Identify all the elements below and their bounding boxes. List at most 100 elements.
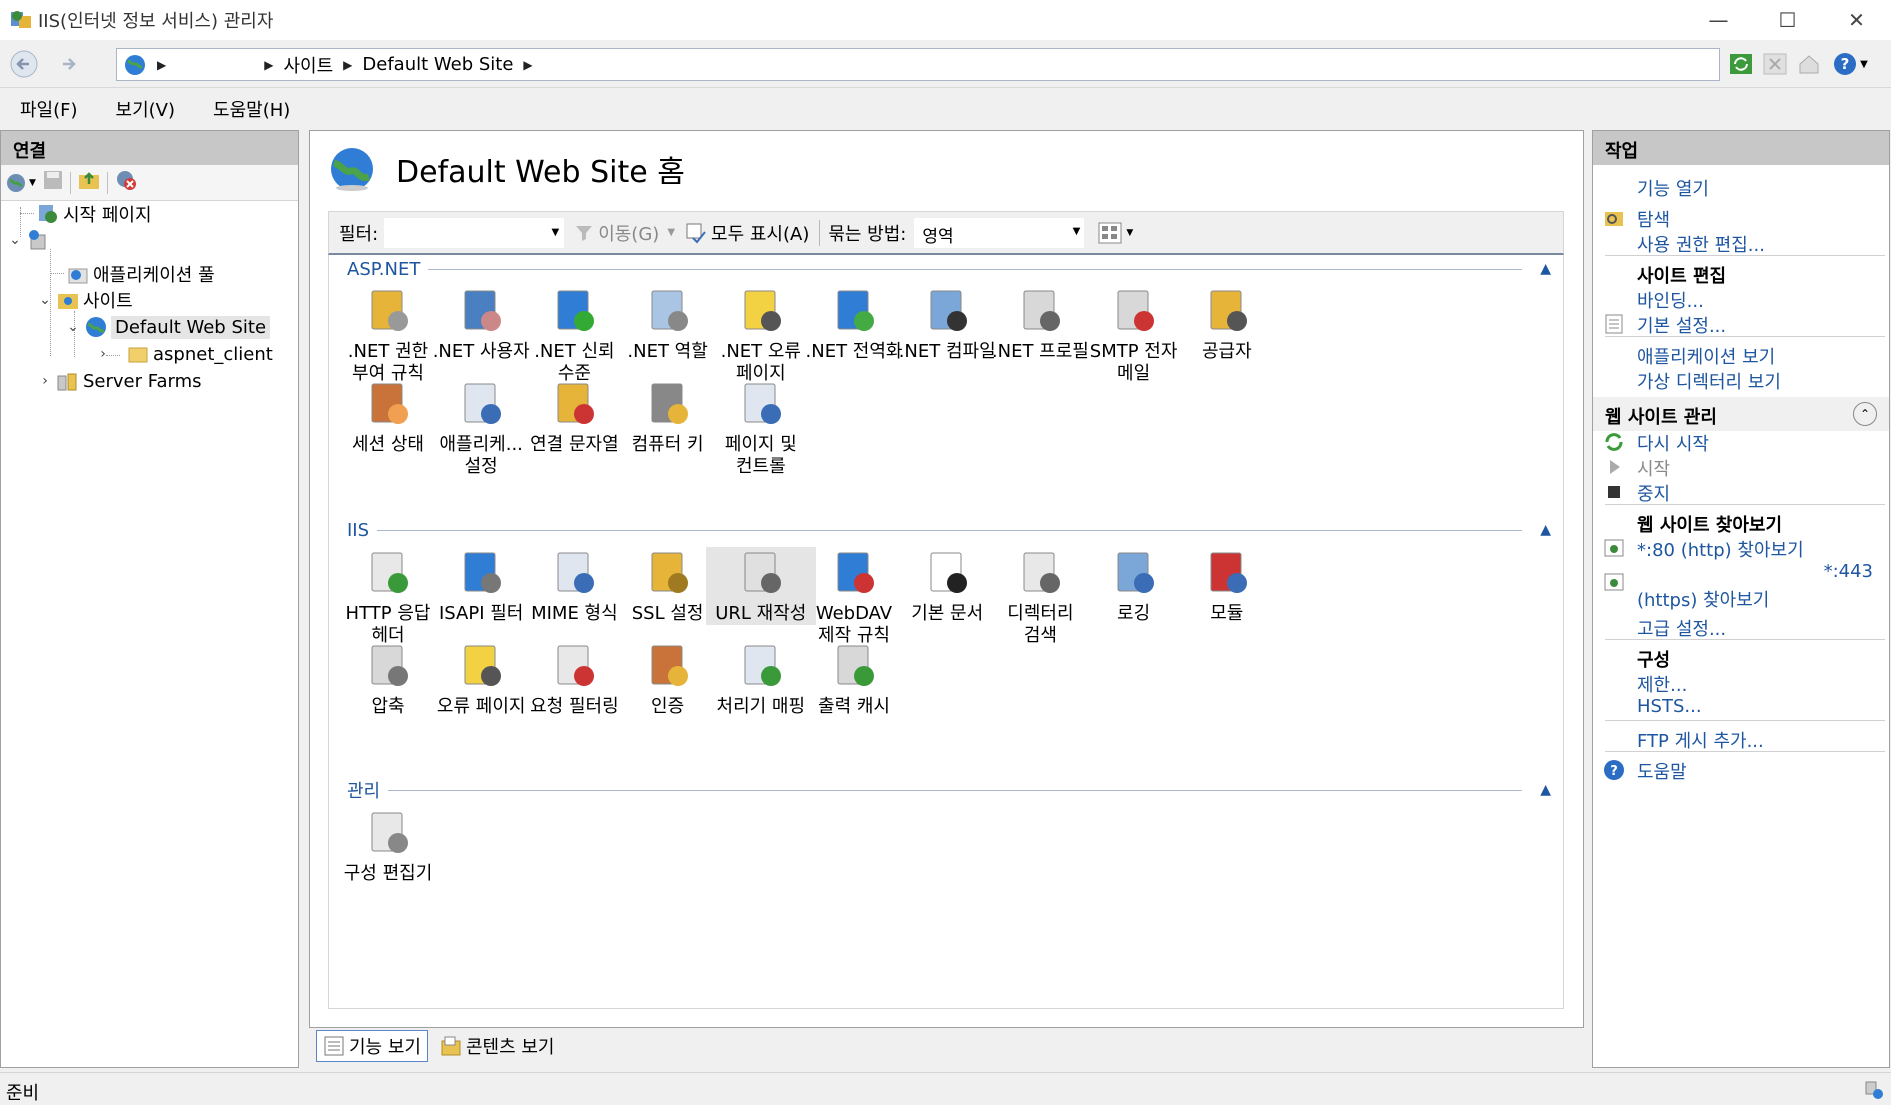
action-bindings[interactable]: 바인딩...: [1637, 287, 1704, 313]
action-basic-settings[interactable]: 기본 설정...: [1637, 312, 1726, 338]
tree-app-pools[interactable]: 애플리케이션 풀: [47, 261, 215, 287]
up-button[interactable]: [77, 169, 101, 196]
crumb-separator[interactable]: ▶: [343, 58, 352, 72]
manage-site-section[interactable]: 웹 사이트 관리 ⌃: [1593, 397, 1889, 431]
action-stop[interactable]: 중지: [1637, 480, 1670, 506]
connections-toolbar: ▼: [1, 165, 298, 201]
tab-content-view[interactable]: 콘텐츠 보기: [434, 1030, 561, 1062]
feature-label: 공급자: [1201, 341, 1252, 362]
feature-providers[interactable]: 공급자: [1172, 285, 1282, 363]
crumb-separator[interactable]: ▶: [157, 58, 166, 72]
stop-button[interactable]: [1760, 48, 1790, 80]
menu-bar: 파일(F) 보기(V) 도움말(H): [0, 94, 1891, 124]
collapse-toggle[interactable]: ⌄: [65, 319, 81, 335]
tree-aspnet-client[interactable]: › aspnet_client: [95, 341, 273, 367]
configuration-editor-icon: [333, 807, 443, 859]
tree-server[interactable]: ⌄: [7, 227, 53, 253]
feature-label: 페이지 및: [724, 434, 797, 455]
expand-toggle[interactable]: ›: [37, 373, 53, 389]
crumb-default-site[interactable]: Default Web Site: [362, 54, 513, 75]
sites-folder-icon: [55, 288, 81, 312]
collapse-toggle[interactable]: ⌄: [37, 292, 53, 308]
action-limits[interactable]: 제한...: [1637, 671, 1687, 697]
network-icon: [1865, 1081, 1883, 1099]
section-management[interactable]: 관리 ▲: [329, 778, 1565, 802]
filter-label: 필터:: [339, 223, 379, 245]
expand-toggle[interactable]: ›: [95, 346, 111, 362]
tree-sites[interactable]: ⌄ 사이트: [37, 287, 133, 313]
action-help[interactable]: 도움말: [1637, 758, 1687, 784]
action-advanced-settings[interactable]: 고급 설정...: [1637, 615, 1726, 641]
chevron-down-icon: ▼: [551, 226, 560, 238]
show-all-button[interactable]: 모두 표시(A): [685, 220, 809, 246]
crumb-separator[interactable]: ▶: [264, 58, 273, 72]
home-button[interactable]: [1794, 48, 1824, 80]
action-start[interactable]: 시작: [1637, 455, 1670, 481]
crumb-sites[interactable]: 사이트: [283, 52, 333, 78]
tree-start-page[interactable]: 시작 페이지: [17, 201, 152, 227]
collapse-caret-icon[interactable]: ▲: [1540, 782, 1551, 798]
app-pool-icon: [65, 262, 91, 286]
close-button[interactable]: ✕: [1822, 0, 1891, 40]
collapse-toggle[interactable]: ⌄: [7, 232, 23, 248]
action-add-ftp[interactable]: FTP 게시 추가...: [1637, 727, 1764, 753]
tab-features-view[interactable]: 기능 보기: [316, 1030, 428, 1062]
show-all-icon: [686, 223, 706, 243]
save-button[interactable]: [42, 169, 64, 196]
refresh-button[interactable]: [1726, 48, 1756, 80]
server-farm-icon: [55, 369, 81, 393]
feature-configuration-editor[interactable]: 구성 편집기: [333, 807, 443, 885]
maximize-button[interactable]: ☐: [1753, 0, 1822, 40]
status-bar: 준비: [0, 1072, 1891, 1105]
section-iis[interactable]: IIS ▲: [329, 518, 1565, 542]
menu-view[interactable]: 보기(V): [96, 96, 193, 122]
feature-pages-controls[interactable]: 페이지 및 컨트롤: [706, 378, 816, 478]
filter-bar: 필터: ▼ 이동(G) ▼ 모두 표시(A) 묶는 방법: 영역 ▼ ▼: [328, 211, 1564, 255]
start-icon: [1610, 460, 1620, 474]
forward-button[interactable]: [48, 46, 88, 82]
action-browse-https[interactable]: (https) 찾아보기: [1637, 586, 1769, 612]
menu-file[interactable]: 파일(F): [0, 96, 96, 122]
view-mode-button[interactable]: ▼: [1098, 222, 1133, 244]
features-list: ASP.NET ▲ .NET 권한 부여 규칙 .NET 사용자 .NET 신뢰 수준.…: [328, 255, 1564, 1009]
group-by-select[interactable]: 영역 ▼: [914, 217, 1085, 248]
modules-icon: [1172, 547, 1282, 599]
back-button[interactable]: [4, 46, 44, 82]
forward-arrow-icon: [63, 58, 76, 70]
go-button[interactable]: 이동(G): [574, 220, 659, 246]
svg-text:?: ?: [1841, 55, 1850, 73]
help-icon: ?: [1604, 760, 1624, 780]
filter-input[interactable]: ▼: [384, 217, 565, 248]
action-view-virtual-directories[interactable]: 가상 디렉터리 보기: [1637, 368, 1781, 394]
collapse-caret-icon[interactable]: ▲: [1540, 261, 1551, 277]
view-tabs: 기능 보기 콘텐츠 보기: [316, 1030, 561, 1062]
feature-modules[interactable]: 모듈: [1172, 547, 1282, 625]
feature-label: 구성 편집기: [343, 863, 433, 884]
features-pane: Default Web Site 홈 필터: ▼ 이동(G) ▼ 모두 표시(A…: [309, 130, 1584, 1028]
tree-server-farms[interactable]: › Server Farms: [37, 368, 201, 394]
action-browse-https-port[interactable]: *:443: [1824, 561, 1873, 582]
action-view-applications[interactable]: 애플리케이션 보기: [1637, 343, 1775, 369]
connect-button[interactable]: ▼: [5, 171, 36, 195]
address-field[interactable]: ▶ ▶ 사이트 ▶ Default Web Site ▶: [116, 48, 1720, 81]
action-restart[interactable]: 다시 시작: [1637, 430, 1709, 456]
disconnect-button[interactable]: [114, 168, 138, 197]
explore-folder-icon: [1605, 212, 1623, 226]
action-edit-permissions[interactable]: 사용 권한 편집...: [1637, 231, 1765, 257]
tree-default-web-site[interactable]: ⌄ Default Web Site: [65, 314, 271, 340]
connections-panel: 연결 ▼ 시작 페이지 ⌄ 애플리케이션 풀 ⌄ 사이트 ⌄ Default W…: [0, 130, 299, 1068]
action-browse-http[interactable]: *:80 (http) 찾아보기: [1637, 536, 1804, 562]
action-explore[interactable]: 탐색: [1637, 206, 1670, 232]
feature-output-caching[interactable]: 출력 캐시: [799, 640, 909, 718]
menu-help[interactable]: 도움말(H): [193, 96, 308, 122]
browse-site-heading: 웹 사이트 찾아보기: [1637, 515, 1783, 536]
action-open-feature[interactable]: 기능 열기: [1637, 175, 1709, 201]
action-hsts[interactable]: HSTS...: [1637, 696, 1702, 717]
help-menu-button[interactable]: ? ▼: [1828, 48, 1872, 80]
collapse-caret-icon[interactable]: ⌃: [1853, 402, 1877, 426]
minimize-button[interactable]: —: [1684, 0, 1753, 40]
section-aspnet[interactable]: ASP.NET ▲: [329, 257, 1565, 281]
collapse-caret-icon[interactable]: ▲: [1540, 522, 1551, 538]
crumb-separator[interactable]: ▶: [523, 58, 532, 72]
save-icon: [43, 171, 62, 189]
